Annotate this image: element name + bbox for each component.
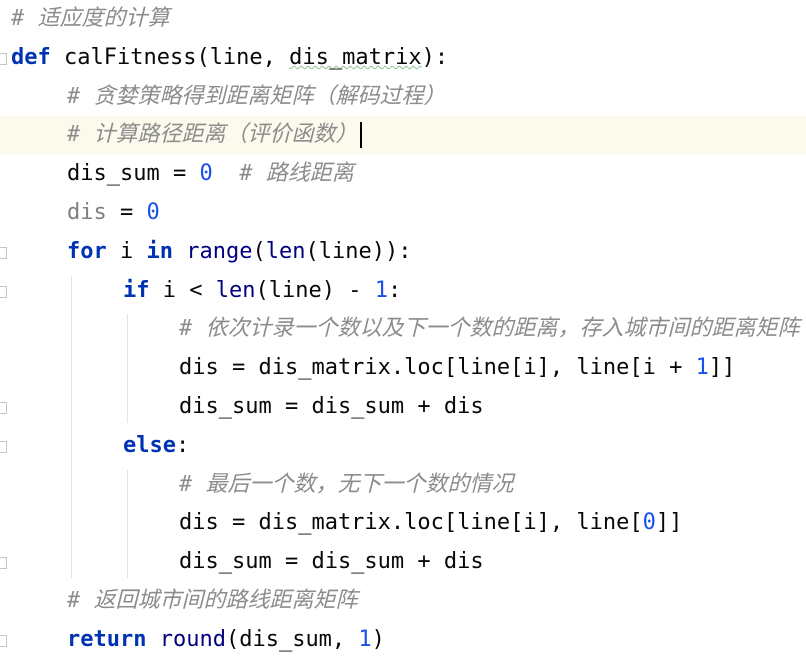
comment-token: # 路线距离 xyxy=(239,161,354,187)
number-token: 0 xyxy=(642,510,656,536)
number-token: 0 xyxy=(146,200,160,225)
keyword-token: if xyxy=(123,277,150,303)
code-token: : xyxy=(387,277,402,303)
code-line[interactable]: def calFitness(line, dis_matrix): xyxy=(0,39,806,78)
code-line[interactable]: # 返回城市间的路线距离矩阵 xyxy=(0,582,806,621)
code-line[interactable]: # 最后一个数，无下一个数的情况 xyxy=(0,466,806,505)
code-line[interactable]: else: xyxy=(0,427,806,466)
builtin-token: len xyxy=(215,277,256,303)
code-line[interactable]: dis_sum = dis_sum + dis xyxy=(0,543,806,582)
code-line-content: # 计算路径距离（评价函数） xyxy=(67,116,362,155)
fold-marker-icon[interactable] xyxy=(0,440,7,453)
code-token: ) xyxy=(371,626,385,652)
code-line-content: dis = 0 xyxy=(67,194,160,233)
code-token: ]] xyxy=(708,355,736,381)
code-line-content: return round(dis_sum, 1) xyxy=(67,621,385,660)
code-token: : xyxy=(175,432,190,458)
comment-token: # 返回城市间的路线距离矩阵 xyxy=(67,588,358,613)
code-token: dis_sum = dis_sum + dis xyxy=(179,549,484,575)
code-line-content: else: xyxy=(123,427,189,466)
code-line-content: def calFitness(line, dis_matrix): xyxy=(11,39,448,78)
code-token: dis_sum = xyxy=(67,161,200,187)
number-token: 1 xyxy=(695,355,709,381)
code-line-content: for i in range(len(line)): xyxy=(67,233,411,272)
comment-token: # 最后一个数，无下一个数的情况 xyxy=(179,471,514,497)
fold-marker-icon[interactable] xyxy=(0,285,7,298)
code-line-content: # 最后一个数，无下一个数的情况 xyxy=(179,466,514,505)
code-line[interactable]: if i < len(line) - 1: xyxy=(0,272,806,311)
comment-token: # 贪婪策略得到距离矩阵（解码过程） xyxy=(67,83,446,109)
indent-guide xyxy=(71,275,72,578)
code-line[interactable]: dis_sum = dis_sum + dis xyxy=(0,388,806,427)
code-token: ): xyxy=(421,44,449,70)
comment-token: # 计算路径距离（评价函数） xyxy=(67,122,358,148)
code-editor[interactable]: # 适应度的计算 def calFitness(line, dis_matrix)… xyxy=(0,0,806,655)
number-token: 0 xyxy=(199,161,213,187)
fold-marker-icon[interactable] xyxy=(0,557,7,570)
text-caret xyxy=(359,122,362,149)
builtin-token: range xyxy=(186,238,253,264)
indent-guide xyxy=(127,314,128,423)
code-token: calFitness(line, xyxy=(50,44,290,70)
keyword-token: for xyxy=(67,238,107,264)
code-token: (line)): xyxy=(305,238,412,264)
code-token: ]] xyxy=(655,510,683,536)
number-token: 1 xyxy=(374,277,388,303)
code-line[interactable]: for i in range(len(line)): xyxy=(0,233,806,272)
comment-token: # 适应度的计算 xyxy=(11,6,170,31)
fold-marker-icon[interactable] xyxy=(0,52,7,65)
builtin-token: len xyxy=(265,238,306,264)
code-token: (dis_sum, xyxy=(225,626,359,652)
code-line-content: dis = dis_matrix.loc[line[i], line[0]] xyxy=(179,504,682,543)
keyword-token: in xyxy=(146,238,174,264)
code-line[interactable]: return round(dis_sum, 1) xyxy=(0,621,806,660)
code-line-content: # 依次计录一个数以及下一个数的距离，存入城市间的距离矩阵 xyxy=(179,310,800,349)
code-line[interactable]: # 适应度的计算 xyxy=(0,0,806,39)
code-line-content: # 返回城市间的路线距离矩阵 xyxy=(67,582,358,621)
keyword-token: return xyxy=(67,626,147,652)
code-line-content: dis_sum = dis_sum + dis xyxy=(179,543,484,582)
code-token: dis = dis_matrix.loc[line[i], line[i + xyxy=(179,355,696,381)
code-line[interactable]: # 依次计录一个数以及下一个数的距离，存入城市间的距离矩阵 xyxy=(0,310,806,349)
code-token: dis_sum = dis_sum + dis xyxy=(179,394,484,419)
comment-token: # 依次计录一个数以及下一个数的距离，存入城市间的距离矩阵 xyxy=(179,316,800,342)
code-line-content: if i < len(line) - 1: xyxy=(123,272,401,311)
number-token: 1 xyxy=(358,626,372,652)
fold-marker-icon[interactable] xyxy=(0,402,7,414)
code-token: = xyxy=(106,200,147,225)
unused-variable-token: dis xyxy=(67,200,107,225)
indent-guide xyxy=(127,469,128,578)
fold-marker-icon[interactable] xyxy=(0,246,7,259)
code-token: ( xyxy=(252,238,266,264)
code-line[interactable]: dis_sum = 0 # 路线距离 xyxy=(0,155,806,194)
builtin-token: round xyxy=(159,626,226,652)
keyword-token: def xyxy=(11,44,51,70)
code-line[interactable]: dis = 0 xyxy=(0,194,806,233)
code-token: i xyxy=(106,238,147,264)
code-token: dis = dis_matrix.loc[line[i], line[ xyxy=(179,510,643,536)
keyword-token: else xyxy=(123,432,176,458)
code-line[interactable]: dis = dis_matrix.loc[line[i], line[0]] xyxy=(0,504,806,543)
code-token: i < xyxy=(149,277,216,303)
code-token: dis_matrix xyxy=(289,44,422,70)
code-line-content: dis = dis_matrix.loc[line[i], line[i + 1… xyxy=(179,349,735,388)
code-line[interactable]: # 贪婪策略得到距离矩阵（解码过程） xyxy=(0,78,806,117)
code-line[interactable]: # 计算路径距离（评价函数） xyxy=(0,116,806,156)
code-line[interactable]: dis = dis_matrix.loc[line[i], line[i + 1… xyxy=(0,349,806,388)
fold-marker-icon[interactable] xyxy=(0,634,7,647)
code-line-content: dis_sum = 0 # 路线距离 xyxy=(67,155,354,194)
code-line-content: dis_sum = dis_sum + dis xyxy=(179,388,484,427)
code-line-content: # 适应度的计算 xyxy=(11,0,170,39)
code-token: (line) - xyxy=(255,277,375,303)
code-line-content: # 贪婪策略得到距离矩阵（解码过程） xyxy=(67,78,446,117)
